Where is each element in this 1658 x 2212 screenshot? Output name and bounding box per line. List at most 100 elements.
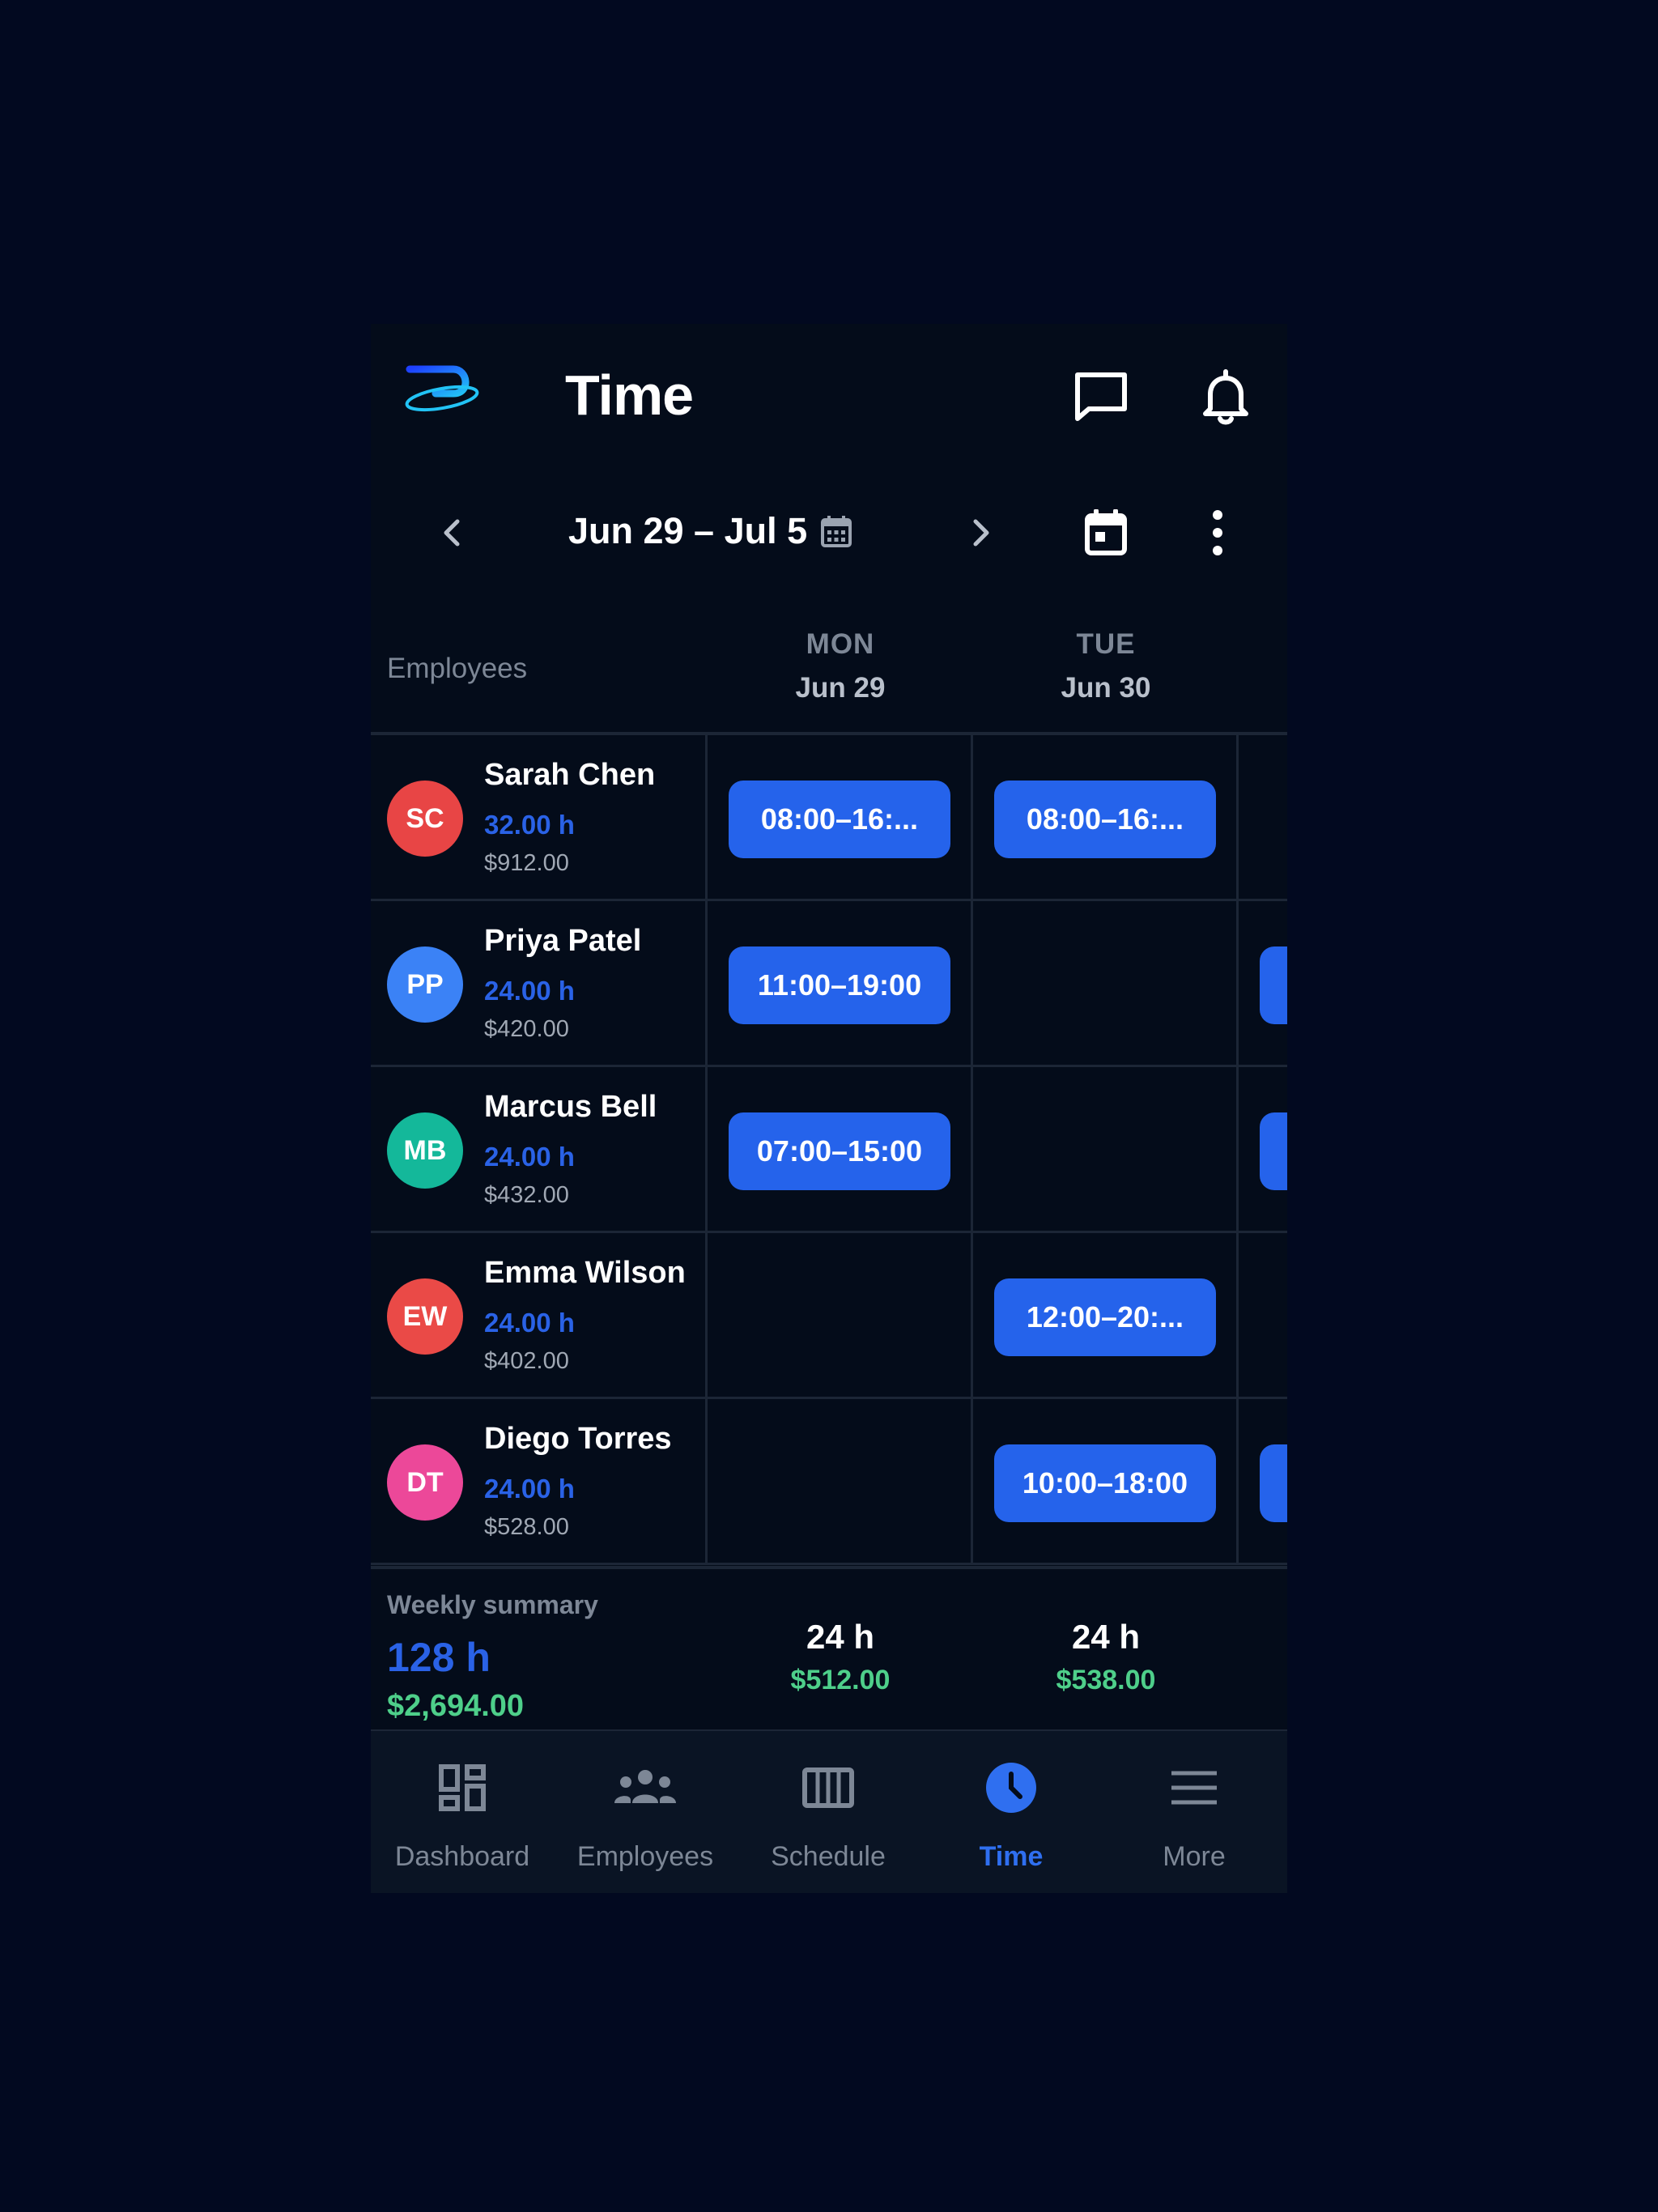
app-header: Time <box>371 324 1287 470</box>
calendar-button[interactable] <box>1073 500 1138 565</box>
grid-header: Employees MON Jun 29 TUE Jun 30 <box>371 612 1287 735</box>
more-options-button[interactable] <box>1185 500 1250 565</box>
employee-hours: 24.00 h <box>484 1474 575 1504</box>
summary-total-pay: $2,694.00 <box>387 1689 525 1723</box>
employee-cell[interactable]: SC Sarah Chen 32.00 h $912.00 <box>371 735 708 899</box>
day-cell-mon[interactable]: 08:00–16:... <box>708 735 973 899</box>
dashboard-icon <box>371 1757 554 1819</box>
day-cell-wed[interactable] <box>1239 901 1287 1065</box>
week-range-label: Jun 29 – Jul 5 <box>568 510 808 551</box>
day-cell-mon[interactable]: 07:00–15:00 <box>708 1067 973 1231</box>
day-cell-tue[interactable] <box>973 901 1239 1065</box>
avatar: SC <box>387 781 463 857</box>
employee-name: Marcus Bell <box>484 1090 657 1124</box>
employee-cell[interactable]: PP Priya Patel 24.00 h $420.00 <box>371 901 708 1065</box>
table-row: EW Emma Wilson 24.00 h $402.00 12:00–20:... <box>371 1233 1287 1399</box>
tab-label: Dashboard <box>394 1841 530 1872</box>
people-icon <box>554 1757 737 1819</box>
shift-chip[interactable]: 11:00–19:00 <box>729 946 950 1024</box>
employee-cell[interactable]: MB Marcus Bell 24.00 h $432.00 <box>371 1067 708 1231</box>
day-of-week: MON <box>806 628 875 660</box>
avatar: PP <box>387 946 463 1023</box>
chat-icon[interactable] <box>1069 364 1133 429</box>
day-cell-mon[interactable]: 11:00–19:00 <box>708 901 973 1065</box>
day-cell-tue[interactable] <box>973 1067 1239 1231</box>
shift-chip[interactable]: 08:00–16:... <box>729 781 950 858</box>
shift-chip[interactable]: 12:00–20:... <box>994 1278 1216 1356</box>
summary-day-pay: $512.00 <box>790 1665 891 1695</box>
employee-pay: $432.00 <box>484 1182 569 1208</box>
day-cell-wed[interactable] <box>1239 1067 1287 1231</box>
prev-week-button[interactable] <box>419 500 484 565</box>
shift-chip-partial[interactable] <box>1260 946 1287 1024</box>
chevron-left-icon <box>444 519 460 547</box>
employee-hours: 32.00 h <box>484 810 575 840</box>
day-of-week: TUE <box>1076 628 1136 660</box>
tab-time[interactable]: Time <box>920 1731 1103 1893</box>
shift-chip[interactable]: 07:00–15:00 <box>729 1112 950 1190</box>
bell-icon[interactable] <box>1193 364 1258 429</box>
employee-hours: 24.00 h <box>484 1308 575 1338</box>
week-range[interactable]: Jun 29 – Jul 5 <box>568 510 852 552</box>
employee-name: Sarah Chen <box>484 758 656 792</box>
summary-day-hours: 24 h <box>1071 1618 1141 1656</box>
time-screen: Time Jun 29 – Jul 5 Employees MON Jun 29… <box>371 324 1287 1893</box>
tab-more[interactable]: More <box>1103 1731 1286 1893</box>
tab-dashboard[interactable]: Dashboard <box>371 1731 554 1893</box>
tab-label: More <box>1163 1841 1226 1872</box>
calendar-small-icon <box>821 516 852 547</box>
day-cell-mon[interactable] <box>708 1399 973 1563</box>
day-date: Jun 29 <box>795 672 886 704</box>
avatar: DT <box>387 1444 463 1521</box>
employee-name: Diego Torres <box>484 1422 672 1456</box>
shift-chip-partial[interactable] <box>1260 1444 1287 1522</box>
employees-column-header: Employees <box>387 653 528 684</box>
table-row: PP Priya Patel 24.00 h $420.00 11:00–19:00 <box>371 901 1287 1067</box>
shift-chip[interactable]: 08:00–16:... <box>994 781 1216 858</box>
calendar-icon <box>1085 509 1127 555</box>
day-cell-mon[interactable] <box>708 1233 973 1397</box>
employee-cell[interactable]: DT Diego Torres 24.00 h $528.00 <box>371 1399 708 1563</box>
employee-name: Emma Wilson <box>484 1256 686 1290</box>
employee-pay: $528.00 <box>484 1514 569 1540</box>
menu-icon <box>1103 1757 1286 1819</box>
shift-chip[interactable]: 10:00–18:00 <box>994 1444 1216 1522</box>
weekly-summary: Weekly summary 128 h $2,694.00 24 h $512… <box>371 1566 1287 1731</box>
day-header-tue: TUE Jun 30 <box>973 628 1239 704</box>
day-cell-tue[interactable]: 12:00–20:... <box>973 1233 1239 1397</box>
page-title: Time <box>565 364 694 427</box>
employee-name: Priya Patel <box>484 924 642 958</box>
summary-tue: 24 h $538.00 <box>973 1618 1239 1696</box>
employee-pay: $912.00 <box>484 850 569 876</box>
day-cell-tue[interactable]: 10:00–18:00 <box>973 1399 1239 1563</box>
tab-employees[interactable]: Employees <box>554 1731 737 1893</box>
week-selector: Jun 29 – Jul 5 <box>371 478 1287 591</box>
summary-day-pay: $538.00 <box>1056 1665 1156 1695</box>
schedule-icon <box>737 1757 920 1819</box>
tab-label: Schedule <box>771 1841 886 1872</box>
tab-label: Employees <box>576 1841 714 1872</box>
table-row: SC Sarah Chen 32.00 h $912.00 08:00–16:... 08… <box>371 735 1287 901</box>
employee-hours: 24.00 h <box>484 1142 575 1172</box>
table-row: DT Diego Torres 24.00 h $528.00 10:00–18:00 <box>371 1399 1287 1565</box>
day-header-mon: MON Jun 29 <box>708 628 973 704</box>
summary-label: Weekly summary <box>387 1590 598 1619</box>
shift-chip-partial[interactable] <box>1260 1112 1287 1190</box>
clock-icon <box>920 1757 1103 1819</box>
employee-cell[interactable]: EW Emma Wilson 24.00 h $402.00 <box>371 1233 708 1397</box>
chevron-right-icon <box>973 519 989 547</box>
summary-total-hours: 128 h <box>387 1635 491 1680</box>
app-logo-icon[interactable] <box>403 361 484 429</box>
employee-pay: $420.00 <box>484 1016 569 1042</box>
table-row: MB Marcus Bell 24.00 h $432.00 07:00–15:00 <box>371 1067 1287 1233</box>
tab-schedule[interactable]: Schedule <box>737 1731 920 1893</box>
avatar: EW <box>387 1278 463 1355</box>
day-date: Jun 30 <box>1061 672 1151 704</box>
bottom-tab-bar: Dashboard Employees Schedule Time More <box>371 1729 1287 1893</box>
employee-pay: $402.00 <box>484 1348 569 1374</box>
day-cell-wed[interactable] <box>1239 735 1287 899</box>
next-week-button[interactable] <box>949 500 1014 565</box>
day-cell-wed[interactable] <box>1239 1399 1287 1563</box>
day-cell-tue[interactable]: 08:00–16:... <box>973 735 1239 899</box>
day-cell-wed[interactable] <box>1239 1233 1287 1397</box>
